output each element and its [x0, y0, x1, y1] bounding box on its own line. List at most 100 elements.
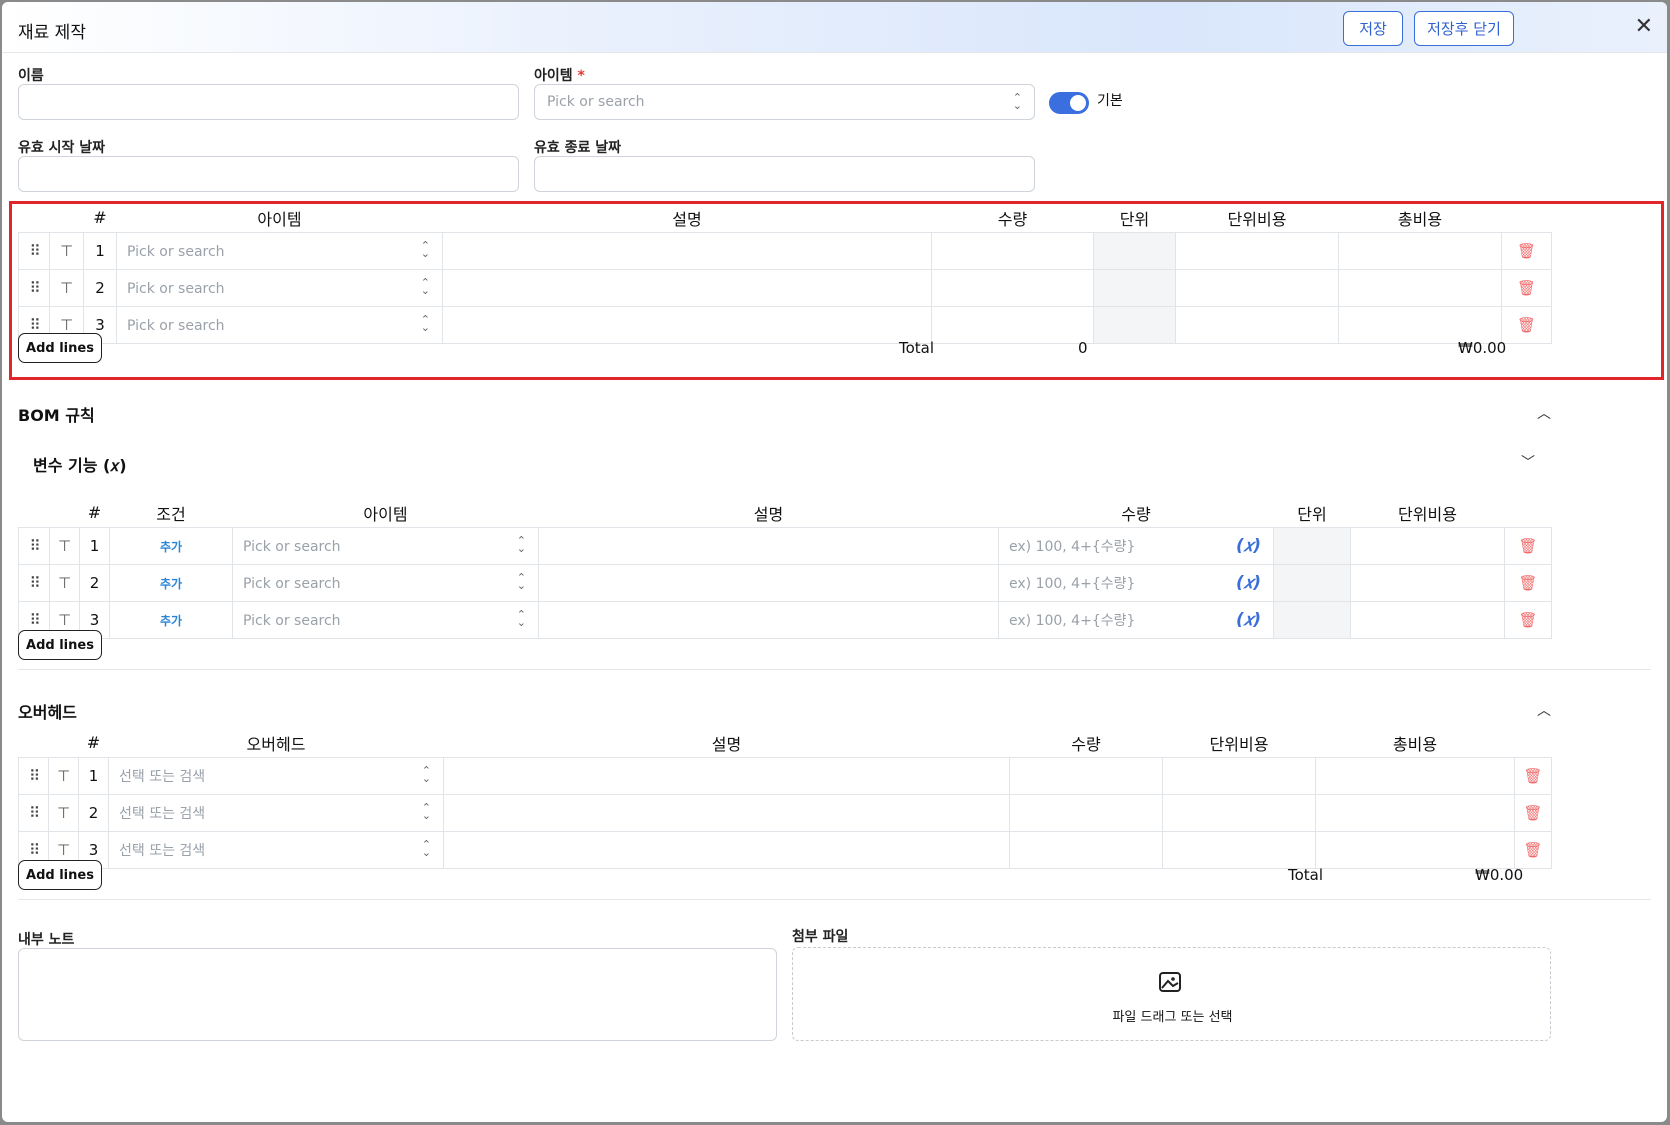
col-total-cost: 총비용 — [1392, 734, 1438, 754]
updown-icon: ⌃ ⌄ — [421, 800, 431, 822]
col-unit-cost: 단위비용 — [1227, 209, 1287, 229]
insert-row-icon[interactable]: ⊤ — [48, 793, 79, 832]
trash-icon[interactable]: 🗑 — [1514, 830, 1552, 869]
insert-row-icon[interactable]: ⊤ — [49, 563, 80, 602]
close-icon[interactable]: ✕ — [1635, 14, 1653, 39]
row-description[interactable] — [538, 526, 999, 565]
chevron-down-icon[interactable]: ﹀ — [1521, 452, 1535, 472]
notes-label: 내부 노트 — [18, 932, 75, 948]
default-label: 기본 — [1097, 93, 1123, 109]
row-unit-cost[interactable] — [1175, 231, 1339, 270]
row-unit-cost[interactable] — [1162, 793, 1316, 832]
row-unit-cost[interactable] — [1350, 526, 1505, 565]
trash-icon[interactable]: 🗑 — [1501, 231, 1552, 270]
chevron-up-icon[interactable]: ︿ — [1537, 700, 1551, 720]
col-number: # — [87, 503, 102, 523]
row-description[interactable] — [443, 830, 1010, 869]
row-overhead-select[interactable]: 선택 또는 검색 ⌃ ⌄ — [108, 830, 444, 869]
row-quantity[interactable] — [1009, 756, 1163, 795]
row-overhead-select[interactable]: 선택 또는 검색 ⌃ ⌄ — [108, 756, 444, 795]
row-description[interactable] — [443, 793, 1010, 832]
row-unit-cost[interactable] — [1175, 268, 1339, 307]
material-dialog: 재료 제작 저장 저장후 닫기 ✕ 이름 아이템 * Pick or searc… — [2, 2, 1667, 1122]
updown-icon: ⌃ ⌄ — [516, 607, 526, 629]
insert-row-icon[interactable]: ⊤ — [49, 268, 84, 307]
variable-fx-icon[interactable]: (𝑥) — [1236, 536, 1261, 556]
row-total-cost — [1315, 793, 1515, 832]
row-item-select[interactable]: Pick or search ⌃ ⌄ — [232, 526, 539, 565]
row-unit-cost[interactable] — [1175, 305, 1339, 344]
trash-icon[interactable]: 🗑 — [1514, 756, 1552, 795]
row-item-select[interactable]: Pick or search ⌃ ⌄ — [232, 563, 539, 602]
row-unit — [1273, 563, 1351, 602]
condition-add-link[interactable]: 추가 — [109, 526, 233, 565]
drag-handle-icon[interactable]: ⠿ — [18, 268, 50, 307]
trash-icon[interactable]: 🗑 — [1501, 305, 1552, 344]
trash-icon[interactable]: 🗑 — [1504, 600, 1552, 639]
updown-icon: ⌃ ⌄ — [1012, 91, 1022, 112]
row-quantity[interactable]: ex) 100, 4+{수량} (𝑥) — [998, 526, 1274, 565]
row-unit-cost[interactable] — [1162, 830, 1316, 869]
row-unit — [1273, 600, 1351, 639]
row-overhead-select[interactable]: 선택 또는 검색 ⌃ ⌄ — [108, 793, 444, 832]
overhead-total-label: Total — [1288, 866, 1324, 884]
col-item: 아이템 — [257, 209, 302, 229]
attachments-label: 첨부 파일 — [792, 929, 849, 945]
insert-row-icon[interactable]: ⊤ — [48, 756, 79, 795]
drag-handle-icon[interactable]: ⠿ — [18, 526, 50, 565]
row-unit-cost[interactable] — [1350, 600, 1505, 639]
add-lines-button[interactable]: Add lines — [18, 630, 102, 660]
trash-icon[interactable]: 🗑 — [1504, 526, 1552, 565]
col-quantity: 수량 — [1121, 504, 1151, 524]
table-row: ⠿ ⊤ 3 Pick or search ⌃ ⌄ 🗑 — [18, 305, 1552, 344]
save-close-button[interactable]: 저장후 닫기 — [1414, 11, 1514, 46]
notes-textarea[interactable] — [18, 948, 777, 1041]
insert-row-icon[interactable]: ⊤ — [49, 526, 80, 565]
row-quantity[interactable] — [1009, 830, 1163, 869]
condition-add-link[interactable]: 추가 — [109, 600, 233, 639]
row-quantity[interactable] — [1009, 793, 1163, 832]
row-quantity[interactable] — [931, 268, 1094, 307]
end-date-input[interactable] — [534, 156, 1035, 192]
row-description[interactable] — [442, 231, 932, 270]
row-quantity[interactable]: ex) 100, 4+{수량} (𝑥) — [998, 563, 1274, 602]
row-item-select[interactable]: Pick or search ⌃ ⌄ — [116, 268, 443, 307]
insert-row-icon[interactable]: ⊤ — [49, 231, 84, 270]
drag-handle-icon[interactable]: ⠿ — [18, 563, 50, 602]
row-item-select[interactable]: Pick or search ⌃ ⌄ — [232, 600, 539, 639]
name-input[interactable] — [18, 84, 519, 120]
save-button[interactable]: 저장 — [1343, 11, 1403, 46]
drag-handle-icon[interactable]: ⠿ — [18, 756, 49, 795]
add-lines-button[interactable]: Add lines — [18, 860, 102, 890]
row-description[interactable] — [442, 268, 932, 307]
row-item-select[interactable]: Pick or search ⌃ ⌄ — [116, 305, 443, 344]
start-date-input[interactable] — [18, 156, 519, 192]
divider — [18, 899, 1651, 900]
condition-add-link[interactable]: 추가 — [109, 563, 233, 602]
default-toggle[interactable] — [1049, 92, 1089, 114]
row-description[interactable] — [442, 305, 932, 344]
row-unit-cost[interactable] — [1162, 756, 1316, 795]
item-select[interactable]: Pick or search ⌃ ⌄ — [534, 84, 1035, 120]
row-unit-cost[interactable] — [1350, 563, 1505, 602]
updown-icon: ⌃ ⌄ — [516, 533, 526, 555]
trash-icon[interactable]: 🗑 — [1501, 268, 1552, 307]
variable-fx-icon[interactable]: (𝑥) — [1236, 610, 1261, 630]
file-drop-zone[interactable]: 파일 드래그 또는 선택 — [792, 947, 1551, 1041]
chevron-up-icon[interactable]: ︿ — [1537, 403, 1551, 423]
row-description[interactable] — [443, 756, 1010, 795]
drag-handle-icon[interactable]: ⠿ — [18, 793, 49, 832]
materials-table: # 아이템 설명 수량 단위 단위비용 총비용 ⠿ ⊤ 1 Pick or se… — [18, 204, 1552, 344]
trash-icon[interactable]: 🗑 — [1504, 563, 1552, 602]
row-item-select[interactable]: Pick or search ⌃ ⌄ — [116, 231, 443, 270]
trash-icon[interactable]: 🗑 — [1514, 793, 1552, 832]
variable-fx-icon[interactable]: (𝑥) — [1236, 573, 1261, 593]
row-description[interactable] — [538, 563, 999, 602]
add-lines-button[interactable]: Add lines — [18, 333, 102, 363]
row-quantity[interactable] — [931, 305, 1094, 344]
row-description[interactable] — [538, 600, 999, 639]
row-quantity[interactable]: ex) 100, 4+{수량} (𝑥) — [998, 600, 1274, 639]
drag-handle-icon[interactable]: ⠿ — [18, 231, 50, 270]
table-row: ⠿ ⊤ 1 선택 또는 검색 ⌃ ⌄ 🗑 — [18, 756, 1552, 795]
row-quantity[interactable] — [931, 231, 1094, 270]
